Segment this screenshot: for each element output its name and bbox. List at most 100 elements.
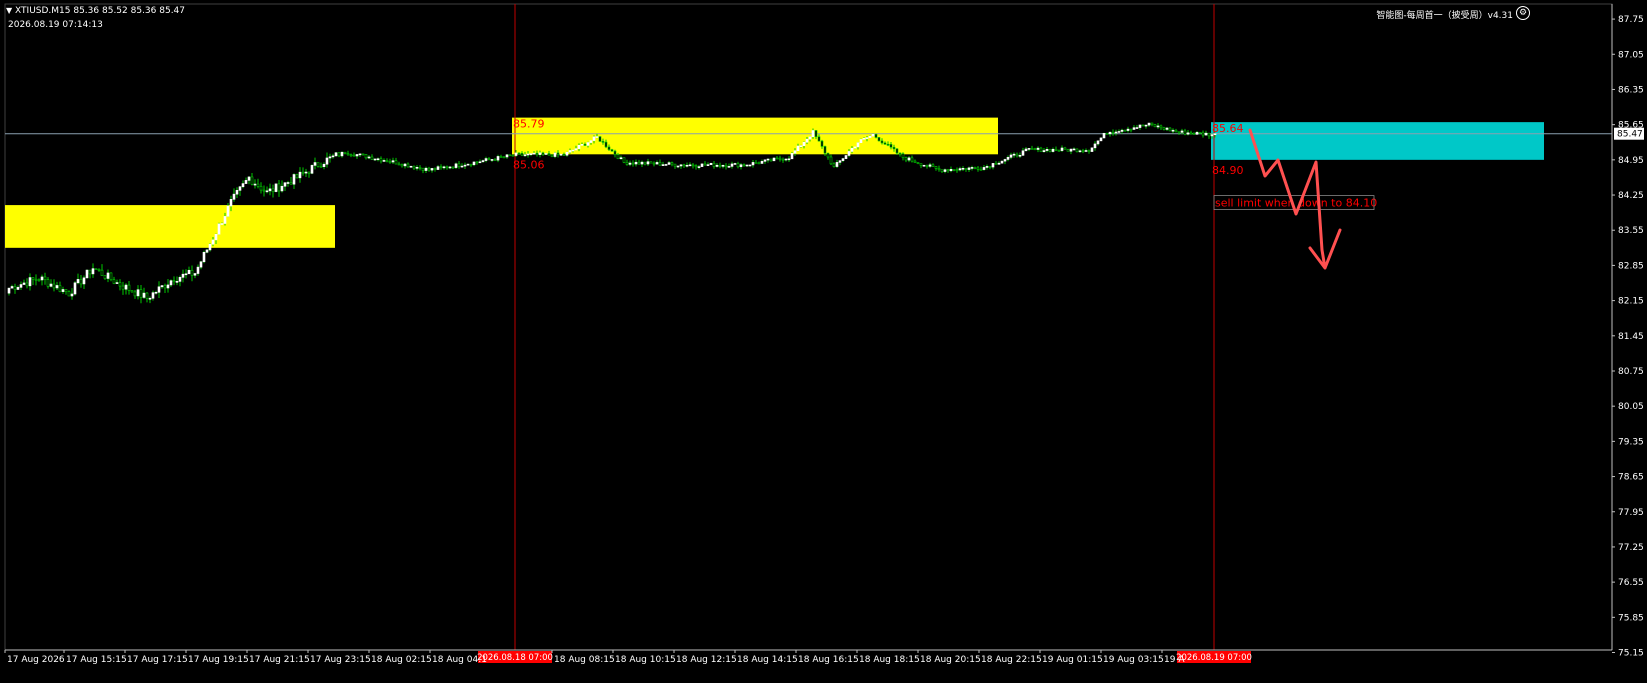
candle-body (826, 152, 830, 158)
candle (217, 222, 221, 235)
candle (1009, 152, 1013, 160)
candle (244, 177, 248, 184)
candle-body (46, 279, 50, 287)
candle-body (187, 269, 191, 275)
candle-body (877, 137, 881, 142)
candle (991, 163, 995, 170)
candle-body (319, 166, 323, 168)
candle-body (397, 163, 401, 166)
candle-body (835, 162, 839, 167)
candle-body (970, 167, 974, 169)
candle-body (103, 275, 107, 279)
candle (1114, 129, 1118, 136)
candle-body (406, 163, 410, 168)
candle-body (1111, 131, 1115, 134)
candle (313, 157, 317, 170)
candle-body (619, 157, 623, 160)
candle (931, 163, 935, 167)
candle (625, 159, 629, 166)
candle (400, 163, 404, 168)
candle-body (268, 188, 272, 192)
candle-body (379, 158, 383, 162)
candle (940, 169, 944, 173)
candle (1042, 148, 1046, 153)
candle-body (142, 292, 146, 298)
candle-body (388, 161, 392, 163)
candle (421, 167, 425, 174)
candle-body (511, 154, 515, 157)
candle (91, 263, 95, 278)
candle-body (34, 278, 38, 281)
candle (643, 161, 647, 166)
candle-body (295, 174, 299, 179)
candle-body (1081, 150, 1085, 153)
candle-body (682, 164, 686, 167)
candle (955, 167, 959, 173)
candle-body (436, 166, 440, 170)
candle-body (1018, 155, 1022, 157)
candle-body (298, 171, 302, 179)
price-chart[interactable]: 2026.08.18 07:00 2026.08.19 07:00 85.79 85… (0, 0, 1647, 679)
candle (1054, 146, 1058, 151)
candle (1006, 155, 1010, 162)
candle (73, 281, 77, 296)
candle-body (76, 279, 80, 284)
candle (409, 165, 413, 168)
candle (7, 287, 11, 296)
candle-body (655, 162, 659, 165)
candle (529, 153, 533, 157)
candle (136, 285, 140, 300)
candle (997, 161, 1001, 165)
candle-body (715, 164, 719, 167)
candle (250, 172, 254, 186)
candle (460, 163, 464, 168)
gear-circle-icon[interactable]: ⚙ (1516, 6, 1530, 20)
candle (1099, 137, 1103, 142)
price-tick-label: 84.95 (1618, 156, 1644, 166)
candle (1105, 132, 1109, 135)
candle-body (1099, 137, 1103, 142)
candle (1087, 149, 1091, 154)
candle-body (184, 273, 188, 276)
candle (262, 185, 266, 197)
candle-body (940, 169, 944, 172)
candle (832, 162, 836, 168)
triangle-down-icon[interactable]: ▼ (6, 6, 12, 15)
candle (22, 279, 26, 285)
candle (43, 272, 47, 285)
candle-body (745, 164, 749, 167)
price-tick-label: 80.75 (1618, 367, 1644, 377)
candle-body (1027, 148, 1031, 150)
candle-body (961, 167, 965, 170)
candle-body (1108, 131, 1112, 135)
candle (553, 151, 557, 159)
zone-low-label: 85.06 (513, 158, 545, 171)
candle-body (514, 152, 518, 156)
candle (694, 164, 698, 170)
candle-body (895, 148, 899, 154)
candle (151, 290, 155, 301)
candle (1060, 145, 1064, 152)
candle-body (1090, 147, 1094, 152)
candle-body (1051, 148, 1055, 152)
candle (676, 165, 680, 169)
candle-body (241, 183, 245, 188)
candle (67, 290, 71, 297)
candle-body (223, 216, 227, 224)
candle (118, 279, 122, 291)
candle (979, 166, 983, 171)
candle-body (1123, 129, 1127, 132)
candle-body (1207, 132, 1211, 137)
candle (1189, 130, 1193, 135)
candle-body (829, 156, 833, 165)
candle-body (748, 164, 752, 167)
candle (1159, 124, 1163, 131)
candle-body (463, 164, 467, 167)
candle (472, 161, 476, 167)
candle-body (484, 158, 488, 161)
candle (1150, 122, 1154, 127)
candle-body (739, 164, 743, 168)
candle (721, 164, 725, 169)
candle (355, 154, 359, 159)
candle (781, 157, 785, 163)
